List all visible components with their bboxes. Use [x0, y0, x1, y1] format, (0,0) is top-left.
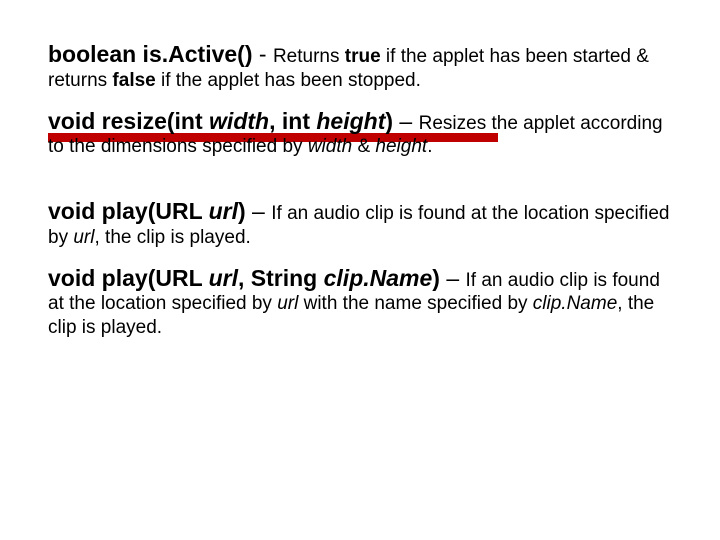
separator-dash: –	[393, 108, 419, 134]
method-signature: void play(URL	[48, 198, 209, 224]
separator-dash: -	[252, 41, 272, 67]
method-signature: )	[432, 265, 440, 291]
spacer	[48, 173, 672, 197]
method-entry: boolean is.Active() - Returns true if th…	[48, 40, 672, 93]
param-ref: width	[308, 136, 352, 157]
method-entry: void play(URL url, String clip.Name) – I…	[48, 264, 672, 340]
keyword-true: true	[345, 46, 381, 67]
slide: boolean is.Active() - Returns true if th…	[0, 0, 720, 540]
param-url: url	[209, 265, 238, 291]
method-entry: void resize(int width, int height) – Res…	[48, 107, 672, 160]
method-entry: void play(URL url) – If an audio clip is…	[48, 197, 672, 250]
param-ref: url	[277, 293, 298, 314]
method-signature: boolean is.Active()	[48, 41, 252, 67]
param-height: height	[316, 108, 385, 134]
param-ref: url	[73, 227, 94, 248]
param-width: width	[209, 108, 269, 134]
method-signature: void resize(int	[48, 108, 209, 134]
method-signature: , int	[269, 108, 316, 134]
keyword-false: false	[112, 70, 155, 91]
param-ref: height	[375, 136, 427, 157]
method-signature: )	[238, 198, 246, 224]
method-signature: , String	[238, 265, 324, 291]
method-description: &	[352, 136, 375, 157]
method-description: .	[427, 136, 432, 157]
separator-dash: –	[440, 265, 466, 291]
method-description: if the applet has been stopped.	[156, 70, 421, 91]
param-url: url	[209, 198, 238, 224]
method-signature: void play(URL	[48, 265, 209, 291]
method-description: , the clip is played.	[94, 227, 250, 248]
method-description: with the name specified by	[298, 293, 532, 314]
method-signature: )	[385, 108, 393, 134]
param-clipname: clip.Name	[324, 265, 433, 291]
param-ref: clip.Name	[533, 293, 617, 314]
method-description: Returns	[273, 46, 345, 67]
separator-dash: –	[246, 198, 272, 224]
